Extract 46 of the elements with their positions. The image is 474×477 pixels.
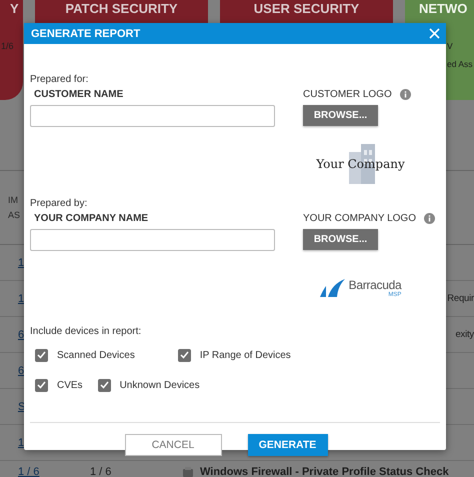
table-link[interactable]: 1	[18, 436, 24, 448]
tile-title: Y	[9, 1, 19, 16]
table-link[interactable]: 6	[18, 328, 24, 340]
table-cell: Requir	[447, 293, 474, 304]
checkbox-label: Unknown Devices	[120, 380, 200, 390]
table-link[interactable]: 1	[18, 292, 24, 304]
tile-title: USER SECURITY	[254, 1, 360, 16]
tile-text: V	[447, 41, 453, 51]
tile-text: 1/6	[1, 41, 14, 51]
table-link[interactable]: 6	[18, 364, 24, 376]
name-field[interactable]	[30, 229, 275, 251]
info-icon[interactable]	[424, 213, 435, 224]
section-caption: Prepared for:	[30, 73, 90, 86]
dialog-title: GENERATE REPORT	[31, 28, 142, 40]
tile-title: NETWO	[418, 1, 468, 16]
close-icon[interactable]	[429, 28, 440, 39]
cancel-button[interactable]: CANCEL	[124, 434, 222, 456]
checkbox-label: IP Range of Devices	[200, 350, 291, 360]
checkbox[interactable]	[98, 378, 111, 392]
column-header: AS	[8, 210, 20, 220]
tile-text: ed Ass	[447, 59, 473, 69]
table-link[interactable]: 1 / 6	[18, 466, 40, 477]
checkbox[interactable]	[35, 378, 48, 392]
table-cell-text: 1 / 6	[90, 466, 112, 477]
section-caption: Prepared by:	[30, 197, 88, 210]
checkbox[interactable]	[35, 348, 48, 362]
logo-label: CUSTOMER LOGO	[303, 88, 392, 101]
company-logo: Your Company	[310, 142, 410, 186]
checkbox-label: CVEs	[57, 380, 83, 390]
table-link[interactable]: 1	[18, 256, 24, 268]
status-tile[interactable]: Y 1/6	[0, 0, 23, 100]
table-cell: exity	[455, 329, 474, 340]
field-label: CUSTOMER NAME	[33, 88, 124, 101]
section-caption: Include devices in report:	[30, 325, 142, 338]
checkbox[interactable]	[178, 348, 191, 362]
generate-button[interactable]: GENERATE	[248, 434, 328, 456]
table-cell: Windows Firewall - Private Profile Status Check	[200, 466, 449, 477]
field-label: YOUR COMPANY NAME	[33, 212, 150, 225]
column-header: IM	[8, 195, 18, 205]
checkbox-label: Scanned Devices	[57, 350, 135, 360]
name-field[interactable]	[30, 105, 275, 127]
tile-title: PATCH SECURITY	[65, 1, 178, 16]
browse-button[interactable]: BROWSE...	[303, 105, 378, 126]
browse-button[interactable]: BROWSE...	[303, 229, 378, 250]
logo-label: YOUR COMPANY LOGO	[303, 212, 416, 225]
info-icon[interactable]	[400, 89, 411, 100]
